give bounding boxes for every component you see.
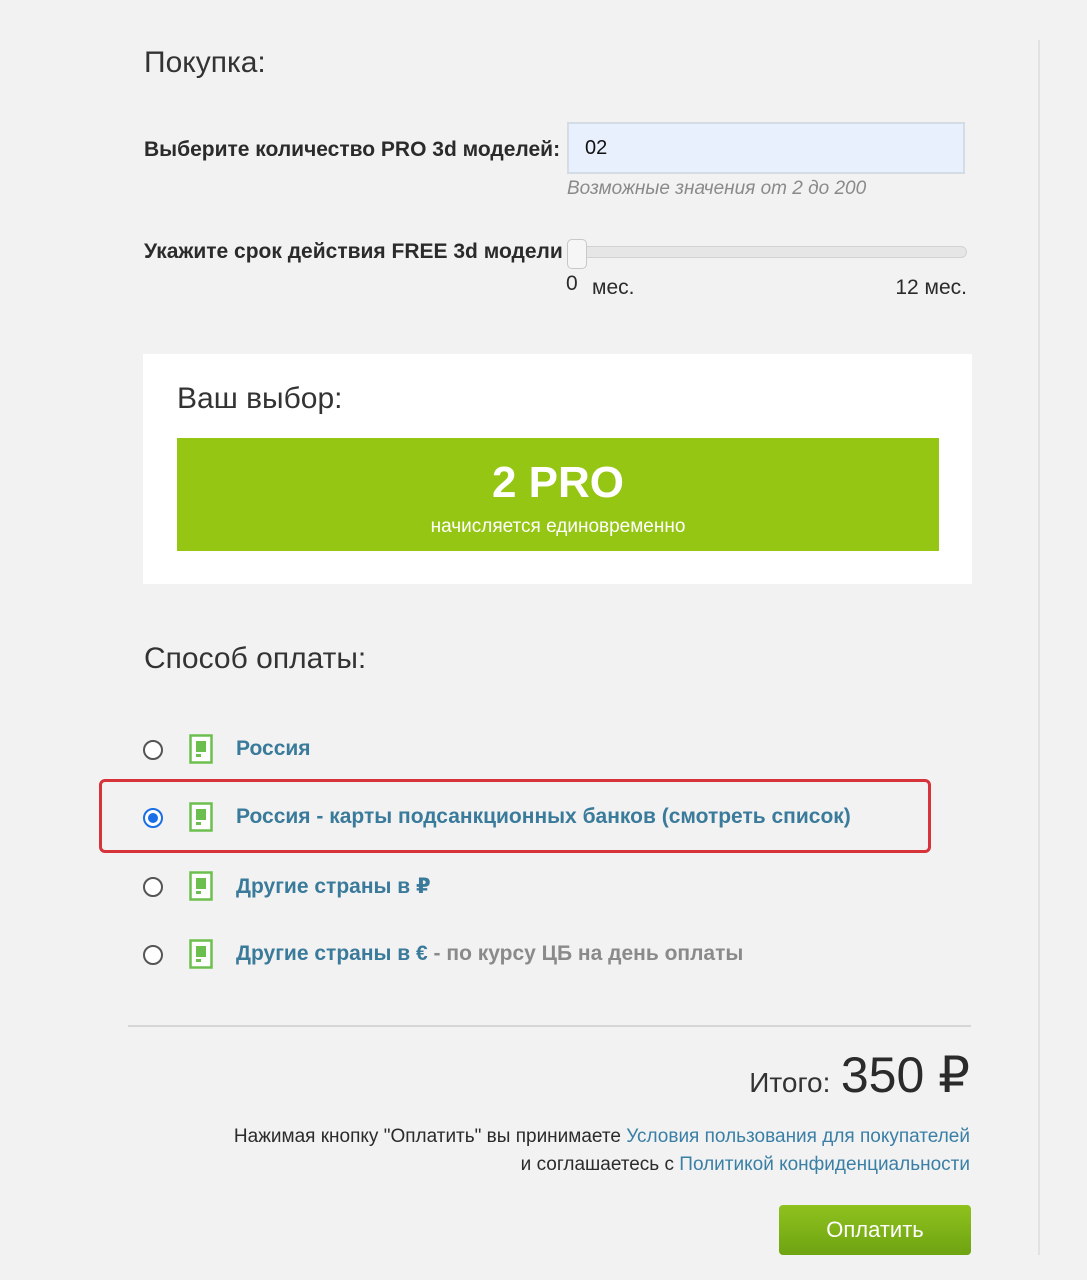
payment-option-label[interactable]: Россия <box>236 737 311 761</box>
summary-divider <box>128 1025 971 1027</box>
quantity-hint: Возможные значения от 2 до 200 <box>567 178 867 199</box>
document-icon <box>189 734 213 764</box>
choice-amount: 2 PRO <box>491 458 625 507</box>
term-slider-handle[interactable] <box>567 239 587 269</box>
document-icon <box>189 871 213 901</box>
selected-option-highlight <box>99 779 931 853</box>
terms-of-use-link[interactable]: Условия пользования для покупателей <box>626 1126 970 1147</box>
right-divider <box>1038 40 1040 1255</box>
choice-panel: Ваш выбор: 2 PRO начисляется единовремен… <box>143 354 972 584</box>
payment-option-note: - по курсу ЦБ на день оплаты <box>427 942 744 965</box>
payment-option-label[interactable]: Другие страны в € - по курсу ЦБ на день … <box>236 942 743 966</box>
terms-text: и соглашаетесь с <box>520 1154 680 1175</box>
document-icon <box>189 939 213 969</box>
payment-option-label[interactable]: Другие страны в ₽ <box>236 874 431 899</box>
terms-text: Нажимая кнопку "Оплатить" вы принимаете <box>233 1126 627 1147</box>
term-slider-track[interactable] <box>568 246 967 258</box>
pay-button[interactable]: Оплатить <box>779 1205 971 1255</box>
privacy-policy-link[interactable]: Политикой конфиденциальности <box>679 1154 970 1175</box>
quantity-input[interactable] <box>567 122 965 174</box>
payment-title: Способ оплаты: <box>144 642 367 675</box>
slider-min-value: 0 <box>566 272 578 295</box>
radio-button[interactable] <box>143 877 163 897</box>
payment-option-other-rub[interactable]: Другие страны в ₽ <box>143 869 943 909</box>
slider-min-unit: мес. <box>592 276 635 299</box>
payment-option-russia[interactable]: Россия <box>143 732 943 772</box>
total-label: Итого: <box>749 1067 831 1098</box>
purchase-title: Покупка: <box>144 46 266 79</box>
total: Итого: 350 ₽ <box>749 1046 970 1104</box>
slider-max-value: 12 мес. <box>895 276 967 299</box>
terms-line-2: и соглашаетесь с Политикой конфиденциаль… <box>521 1154 970 1176</box>
choice-title: Ваш выбор: <box>177 382 343 415</box>
radio-button[interactable] <box>143 945 163 965</box>
choice-note: начисляется единовременно <box>430 516 686 537</box>
terms-line-1: Нажимая кнопку "Оплатить" вы принимаете … <box>234 1126 970 1148</box>
term-label: Укажите срок действия FREE 3d модели <box>144 240 563 263</box>
payment-option-other-eur[interactable]: Другие страны в € - по курсу ЦБ на день … <box>143 937 943 977</box>
total-value: 350 ₽ <box>840 1047 970 1103</box>
choice-banner: 2 PRO начисляется единовременно <box>177 438 939 551</box>
quantity-label: Выберите количество PRO 3d моделей: <box>144 138 561 161</box>
radio-button[interactable] <box>143 740 163 760</box>
